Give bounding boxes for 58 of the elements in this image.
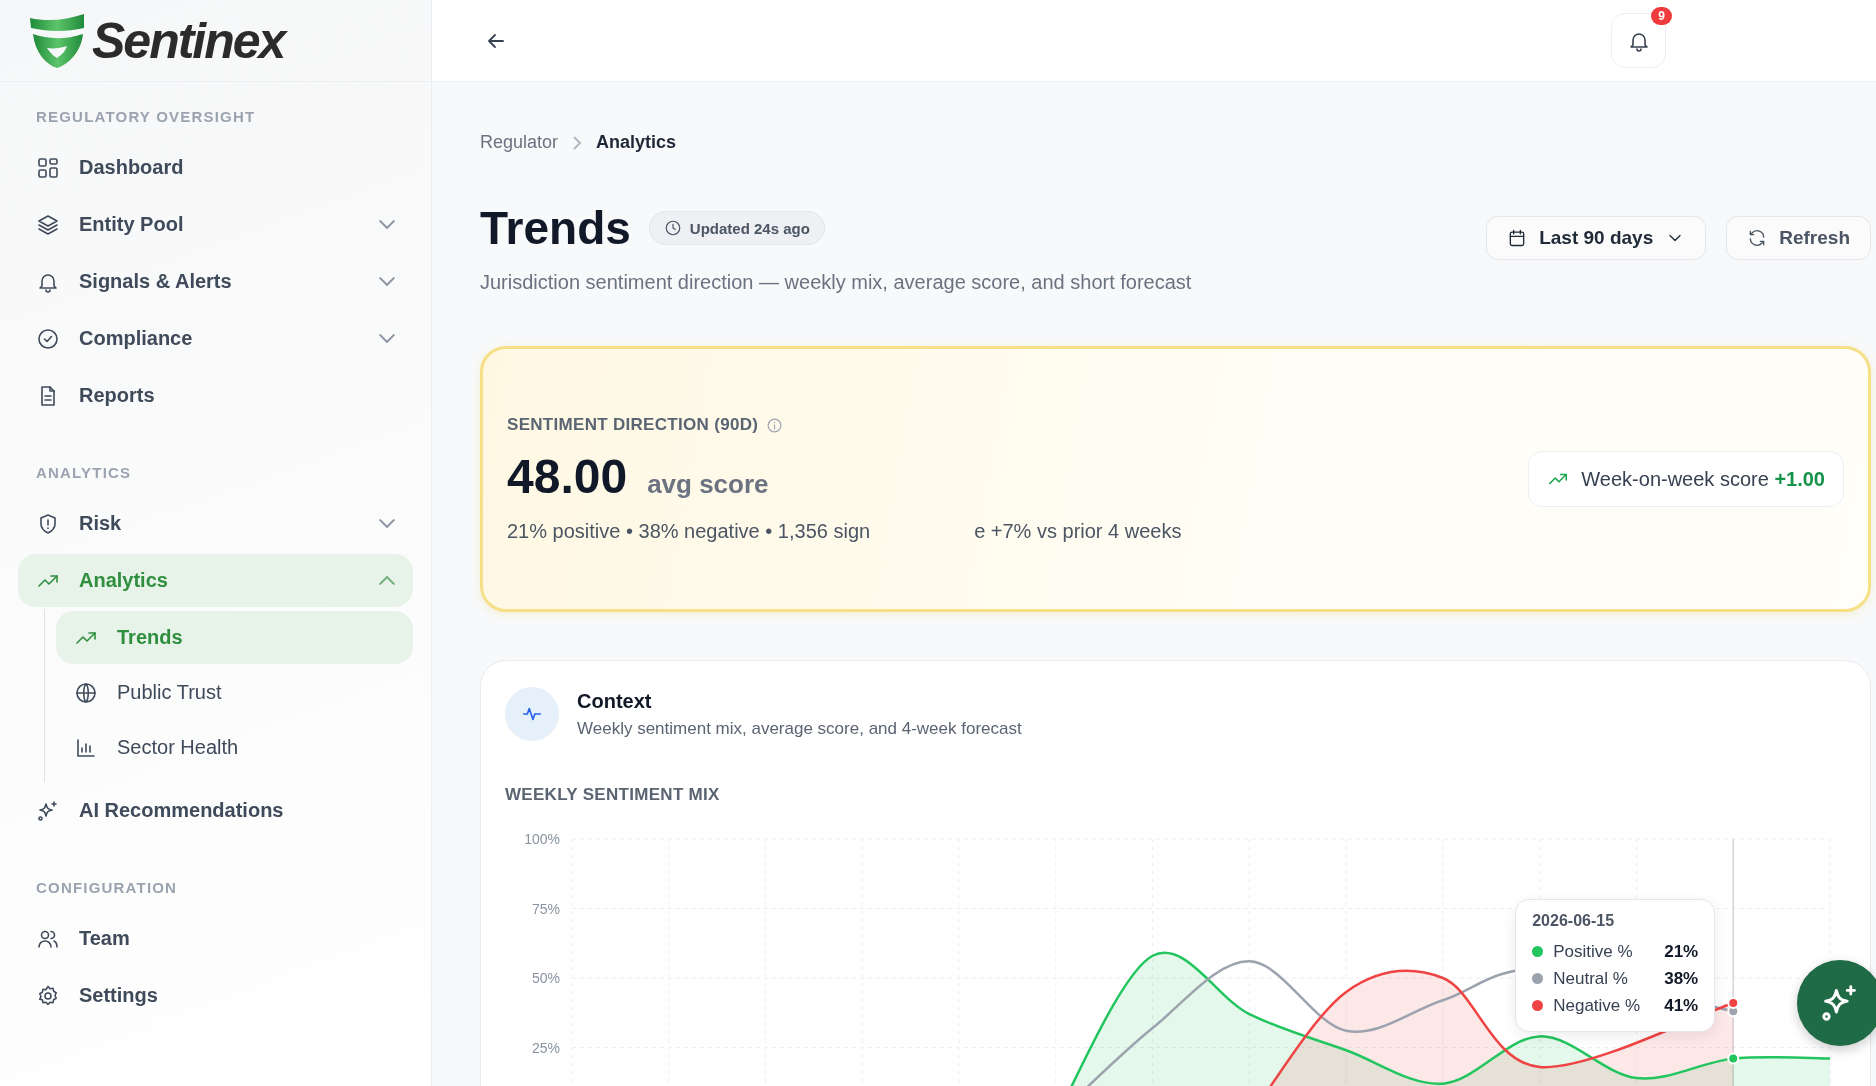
summary-text: 21% positive • 38% negative • 1,356 sign — [507, 520, 871, 543]
chart-title: WEEKLY SENTIMENT MIX — [505, 785, 721, 805]
series-label: Negative % — [1553, 995, 1642, 1016]
page-title: Trends — [480, 201, 631, 255]
settings-icon — [36, 983, 60, 1008]
logo-text: Sentinex — [92, 11, 285, 70]
grid-icon — [36, 155, 60, 180]
nav-item[interactable]: Reports — [18, 369, 413, 422]
sparkle-icon — [1822, 985, 1858, 1021]
clock-icon — [663, 219, 682, 237]
series-value: 41% — [1664, 995, 1699, 1016]
card-title: Context — [577, 689, 653, 713]
section-heading: REGULATORY OVERSIGHT — [35, 107, 257, 127]
section-heading: CONFIGURATION — [35, 878, 179, 898]
notifications-button[interactable] — [1611, 13, 1666, 68]
check-circle-icon — [36, 326, 60, 351]
refresh-button[interactable]: Refresh — [1726, 216, 1871, 260]
series-value: 38% — [1664, 968, 1699, 989]
nav-item[interactable]: Risk — [18, 497, 413, 550]
card-label: SENTIMENT DIRECTION (90D) — [507, 415, 759, 435]
axis-label: 25% — [531, 1039, 560, 1056]
nav-item[interactable]: Signals & Alerts — [18, 255, 413, 308]
nav-item[interactable]: Sector Health — [56, 721, 413, 774]
nav-item[interactable]: Compliance — [18, 312, 413, 365]
updated-badge: Updated 24s ago — [648, 211, 825, 245]
info-icon — [766, 416, 784, 434]
axis-label: 100% — [524, 831, 560, 847]
date-range-dropdown[interactable]: Last 90 days — [1486, 216, 1707, 260]
page-subtitle: Jurisdiction sentiment direction — weekly mix, average score, and short forecast — [480, 271, 1192, 294]
pulse-icon — [505, 687, 559, 741]
score-unit: avg score — [647, 469, 769, 500]
layers-icon — [36, 212, 60, 237]
nav-item[interactable]: Dashboard — [18, 141, 413, 194]
week-on-week-pill: Week-on-week score +1.00 — [1528, 451, 1844, 507]
notification-count: 9 — [1651, 7, 1672, 25]
data-point — [1727, 997, 1740, 1009]
nav-item[interactable]: Settings — [18, 969, 413, 1022]
section-heading: ANALYTICS — [35, 463, 133, 483]
summary-text: e +7% vs prior 4 weeks — [974, 520, 1182, 543]
nav-item[interactable]: Analytics — [18, 554, 413, 607]
axis-label: 50% — [531, 970, 560, 986]
series-label: Neutral % — [1553, 968, 1629, 989]
card-subtitle: Weekly sentiment mix, average score, and 4-week forecast — [577, 718, 1022, 739]
nav-item[interactable]: Trends — [56, 611, 413, 664]
nav-item[interactable]: Public Trust — [56, 666, 413, 719]
series-value: 21% — [1664, 941, 1699, 962]
axis-label: 75% — [531, 900, 560, 917]
tooltip-date: 2026-06-15 — [1532, 912, 1616, 930]
breadcrumb-link[interactable]: Regulator — [480, 132, 559, 153]
globe-icon — [74, 680, 98, 705]
score-value: 48.00 — [507, 449, 628, 504]
nav-item[interactable]: Team — [18, 912, 413, 965]
series-label: Positive % — [1553, 941, 1634, 962]
breadcrumb-link[interactable]: Analytics — [596, 132, 677, 153]
nav-item[interactable]: AI Recommendations — [18, 784, 413, 837]
sparkle-icon — [36, 798, 60, 823]
nav-item[interactable]: Entity Pool — [18, 198, 413, 251]
data-point — [1727, 1052, 1740, 1065]
